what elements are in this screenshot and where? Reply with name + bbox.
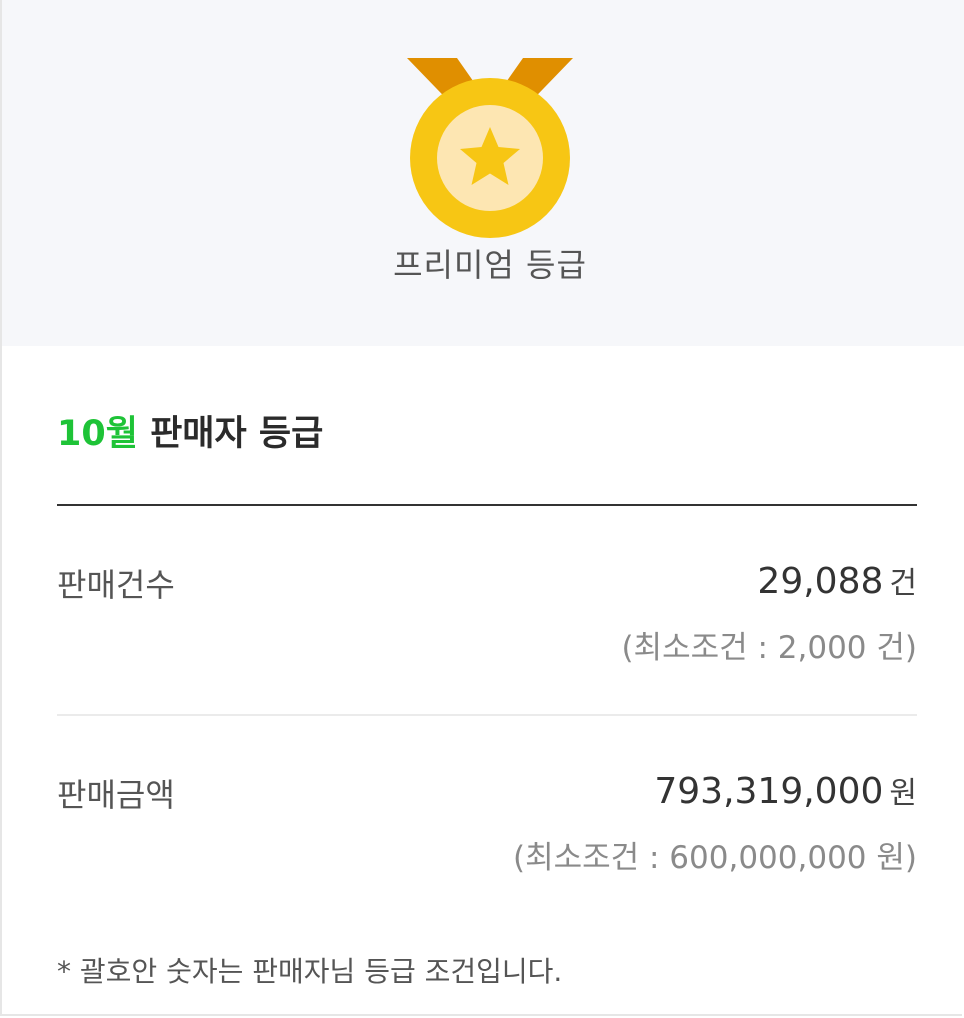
section-title-text: 판매자 등급 xyxy=(150,414,324,454)
row-divider xyxy=(57,714,917,716)
section-title: 10월 판매자 등급 xyxy=(57,405,323,456)
sales-amount-minimum: (최소조건 : 600,000,000 원) xyxy=(512,840,917,876)
sales-amount-value: 793,319,000 원 xyxy=(654,768,917,812)
gold-medal-star-icon xyxy=(407,58,573,238)
section-divider xyxy=(57,504,917,506)
sales-count-number: 29,088 xyxy=(757,561,884,602)
sales-count-value: 29,088 건 xyxy=(757,558,917,602)
grade-hero: 프리미엄 등급 xyxy=(2,0,964,346)
grade-label: 프리미엄 등급 xyxy=(393,246,587,284)
sales-amount-number: 793,319,000 xyxy=(654,771,884,812)
sales-amount-label: 판매금액 xyxy=(57,776,175,814)
sales-count-label: 판매건수 xyxy=(57,566,175,604)
section-month: 10월 xyxy=(57,414,138,454)
sales-amount-unit: 원 xyxy=(889,776,917,811)
sales-count-unit: 건 xyxy=(889,566,917,601)
sales-count-minimum: (최소조건 : 2,000 건) xyxy=(621,630,917,666)
footnote: * 괄호안 숫자는 판매자님 등급 조건입니다. xyxy=(57,955,563,988)
